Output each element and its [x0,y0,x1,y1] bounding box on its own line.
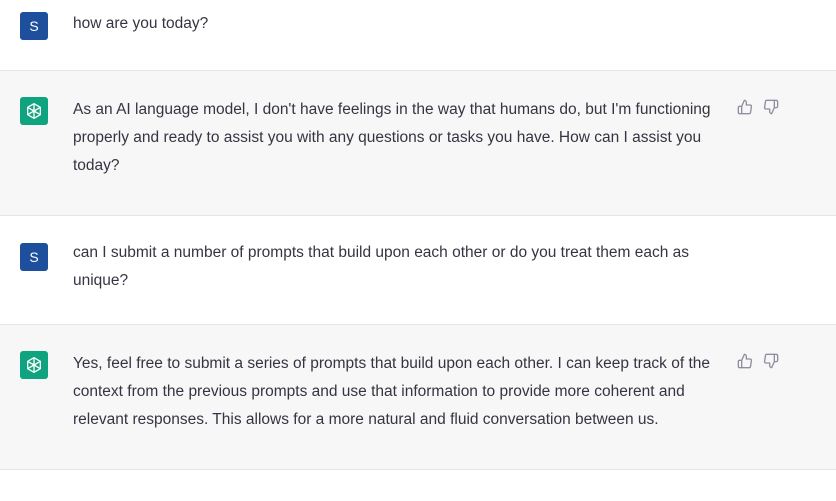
thumbs-up-icon[interactable] [737,353,753,369]
user-avatar-letter: S [29,249,39,265]
openai-logo-icon [20,351,48,379]
thumbs-down-icon[interactable] [763,353,779,369]
user-avatar: S [20,12,48,40]
assistant-message: Yes, feel free to submit a series of pro… [0,325,836,470]
chat-thread: S how are you today? As an AI language m… [0,0,836,501]
feedback-actions [737,99,779,115]
thumbs-up-icon[interactable] [737,99,753,115]
thumbs-down-icon[interactable] [763,99,779,115]
user-avatar-letter: S [29,18,39,34]
user-avatar: S [20,243,48,271]
assistant-message: As an AI language model, I don't have fe… [0,71,836,216]
message-text: As an AI language model, I don't have fe… [73,101,711,174]
openai-logo-icon [20,97,48,125]
message-text: can I submit a number of prompts that bu… [73,244,690,289]
user-message: S how are you today? [0,0,836,71]
message-text: Yes, feel free to submit a series of pro… [73,355,711,428]
user-message: S can I submit a number of prompts that … [0,216,836,325]
message-text: how are you today? [73,15,209,32]
feedback-actions [737,353,779,369]
